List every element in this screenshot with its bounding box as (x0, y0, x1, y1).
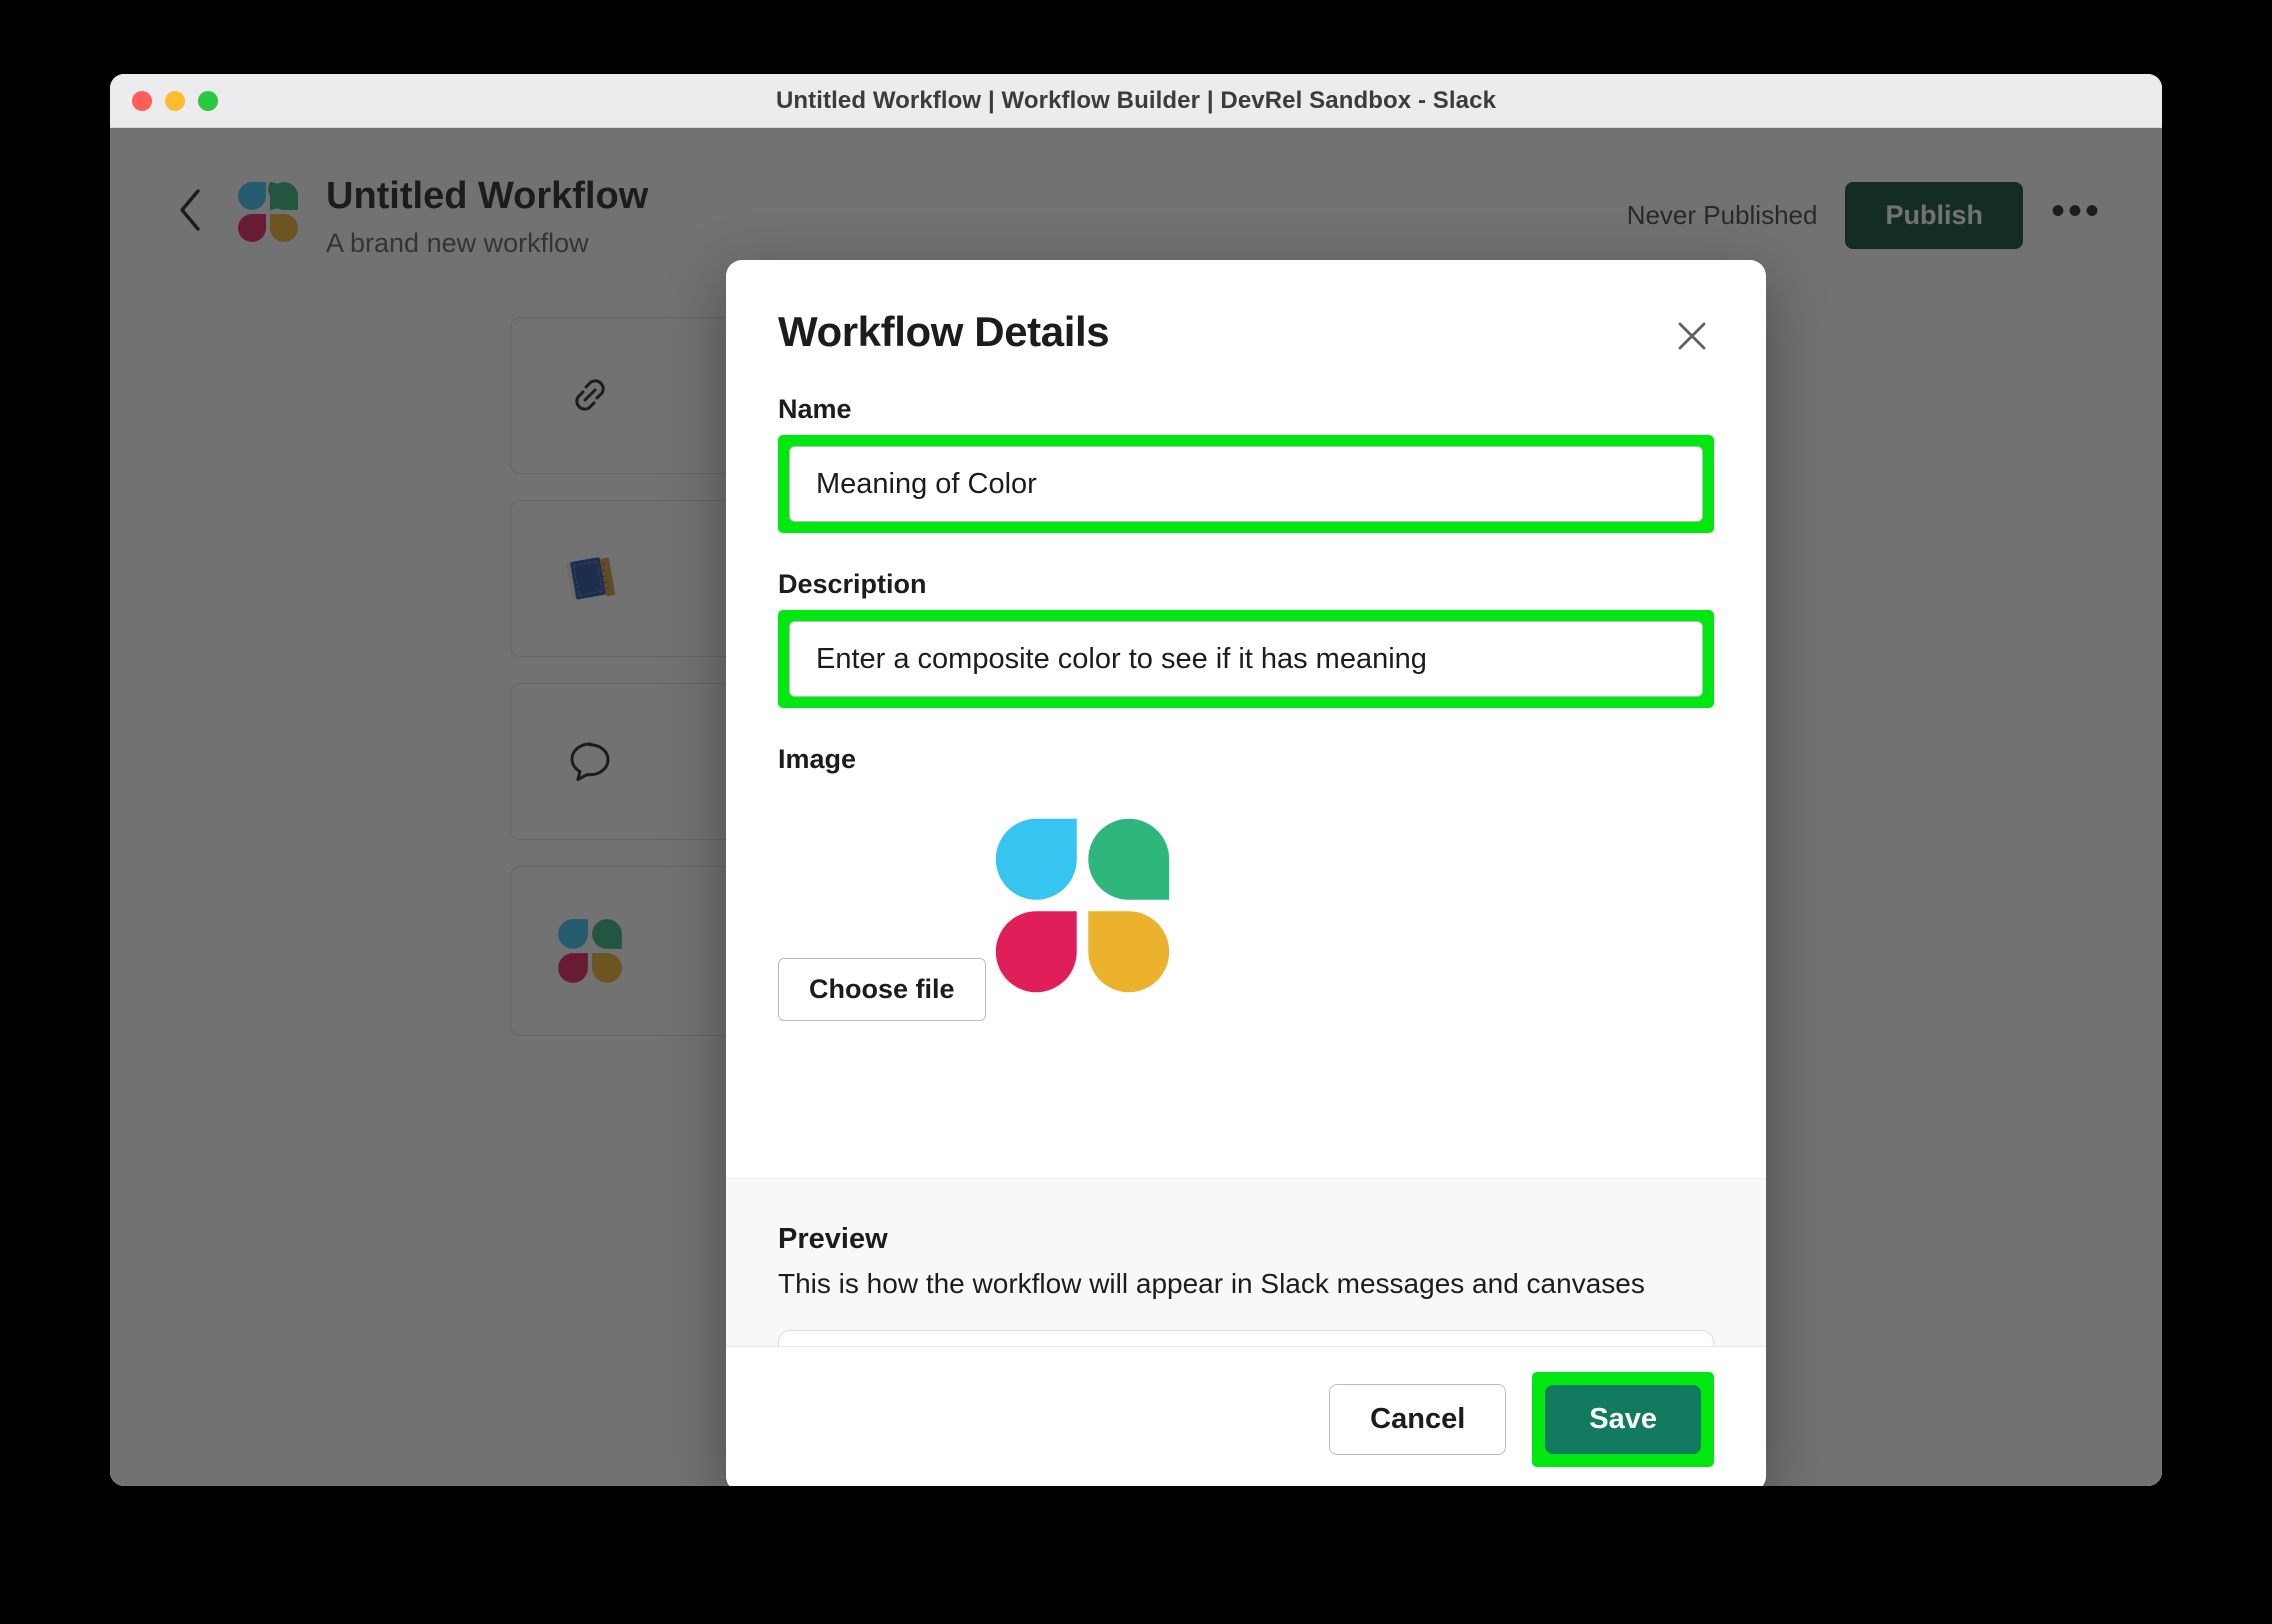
workflow-details-dialog: Workflow Details Name Meaning of Color D… (726, 260, 1766, 1486)
dialog-footer: Cancel Save (726, 1346, 1766, 1486)
screenshot-root: Untitled Workflow | Workflow Builder | D… (0, 0, 2272, 1624)
description-label: Description (778, 569, 927, 599)
name-field-annotation: Meaning of Color (778, 435, 1714, 533)
save-button-annotation: Save (1532, 1372, 1714, 1467)
preview-card (778, 1330, 1714, 1346)
dialog-body: Name Meaning of Color Description Enter … (726, 358, 1766, 1346)
choose-file-button[interactable]: Choose file (778, 958, 986, 1021)
image-label: Image (778, 744, 857, 774)
window-titlebar: Untitled Workflow | Workflow Builder | D… (110, 74, 2162, 128)
window-title: Untitled Workflow | Workflow Builder | D… (775, 86, 1497, 114)
slack-logo-icon (995, 818, 1170, 993)
preview-section: Preview This is how the workflow will ap… (726, 1178, 1766, 1346)
preview-description: This is how the workflow will appear in … (778, 1268, 1645, 1299)
name-label: Name (778, 394, 852, 424)
description-field-annotation: Enter a composite color to see if it has… (778, 610, 1714, 708)
dialog-title: Workflow Details (778, 308, 1110, 355)
description-input[interactable]: Enter a composite color to see if it has… (789, 621, 1703, 697)
save-button[interactable]: Save (1545, 1385, 1701, 1454)
cancel-button[interactable]: Cancel (1329, 1384, 1507, 1455)
name-input[interactable]: Meaning of Color (789, 446, 1703, 522)
app-window: Untitled Workflow | Workflow Builder | D… (110, 74, 2162, 1486)
close-icon[interactable] (1670, 314, 1714, 358)
preview-title: Preview (778, 1223, 888, 1255)
